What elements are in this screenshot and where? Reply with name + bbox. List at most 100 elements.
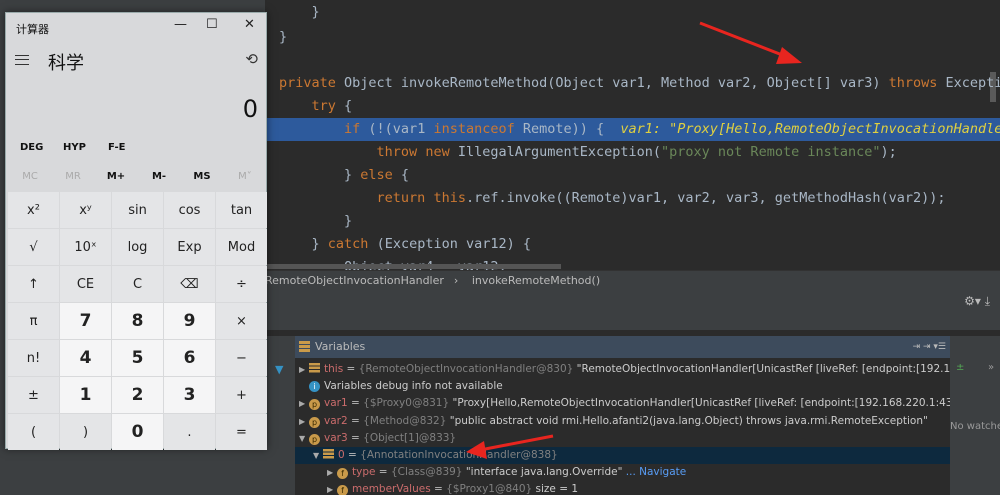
key-button[interactable]: 3 <box>164 377 215 413</box>
key-button[interactable]: Mod <box>216 229 267 265</box>
key-button[interactable]: 8 <box>112 303 163 339</box>
variable-row[interactable]: ▶ p var2 = {Method@832} "public abstract v… <box>295 413 950 430</box>
code-line[interactable]: return this.ref.invoke((Remote)var1, var… <box>265 187 1000 210</box>
deg-button[interactable]: DEG <box>20 142 43 153</box>
variables-tree[interactable]: ▶ this = {RemoteObjectInvocationHandler@8… <box>295 358 950 495</box>
maximize-button[interactable]: ☐ <box>206 17 218 32</box>
key-button[interactable]: × <box>216 303 267 339</box>
key-button[interactable]: − <box>216 340 267 376</box>
breadcrumb-class[interactable]: RemoteObjectInvocationHandler <box>265 274 444 287</box>
expand-arrow-icon[interactable]: ▶ <box>299 361 309 378</box>
hide-icon[interactable]: ⤓ <box>985 294 990 308</box>
expand-arrow-icon[interactable]: ▶ <box>299 395 309 412</box>
key-button[interactable]: 4 <box>60 340 111 376</box>
code-line[interactable]: if (!(var1 instanceof Remote)) { var1: "… <box>265 118 1000 141</box>
key-button[interactable]: + <box>216 377 267 413</box>
code-line[interactable]: } <box>265 1 1000 24</box>
key-button[interactable]: sin <box>112 192 163 228</box>
memory-button-mminus[interactable]: M- <box>137 171 181 182</box>
key-button[interactable]: . <box>164 414 215 450</box>
variable-row[interactable]: ▶ p var1 = {$Proxy0@831} "Proxy[Hello,Remo… <box>295 395 950 412</box>
code-line[interactable]: try { <box>265 95 1000 118</box>
expand-arrow-icon[interactable]: ▼ <box>313 447 323 464</box>
no-watches-text: No watches <box>950 421 1000 432</box>
field-icon <box>323 449 334 459</box>
key-button[interactable]: √ <box>8 229 59 265</box>
code-line[interactable]: private Object invokeRemoteMethod(Object… <box>265 72 1000 95</box>
breadcrumb-method[interactable]: invokeRemoteMethod() <box>472 274 600 287</box>
expand-arrow-icon[interactable]: ▶ <box>299 413 309 430</box>
memory-button-ms[interactable]: MS <box>180 171 224 182</box>
key-button[interactable]: CE <box>60 266 111 302</box>
key-button[interactable]: 2 <box>112 377 163 413</box>
field-icon <box>309 363 320 373</box>
keypad: x² xʸ sin cos tan √ 10ˣ log Exp Mod ↑ CE C ⌫ ÷ π 7 8 9 × n! 4… <box>8 192 267 450</box>
key-button[interactable]: ( <box>8 414 59 450</box>
key-button[interactable]: ÷ <box>216 266 267 302</box>
menu-icon[interactable] <box>15 55 29 65</box>
code-line[interactable]: } <box>265 26 1000 49</box>
key-button[interactable]: ↑ <box>8 266 59 302</box>
expand-arrow-icon[interactable]: ▼ <box>299 430 309 447</box>
key-button[interactable]: n! <box>8 340 59 376</box>
variable-row[interactable]: ▼ p var3 = {Object[1]@833} <box>295 430 950 447</box>
key-button[interactable]: π <box>8 303 59 339</box>
code-line[interactable]: } catch (Exception var12) { <box>265 233 1000 256</box>
expand-icon[interactable]: » <box>988 362 994 373</box>
variable-name: type <box>352 466 376 479</box>
view-link[interactable]: ... Navigate <box>626 466 686 478</box>
add-watch-icon[interactable]: ± <box>956 362 964 373</box>
variable-row[interactable]: ▶ this = {RemoteObjectInvocationHandler@8… <box>295 361 950 378</box>
key-button[interactable]: log <box>112 229 163 265</box>
editor-horizontal-scrollbar[interactable] <box>265 264 561 269</box>
key-button[interactable]: 10ˣ <box>60 229 111 265</box>
key-button[interactable]: 0 <box>112 414 163 450</box>
memory-button-m: M˅ <box>238 171 252 182</box>
key-button[interactable]: 7 <box>60 303 111 339</box>
close-button[interactable]: ✕ <box>244 17 255 32</box>
fe-button[interactable]: F-E <box>108 142 126 153</box>
key-button[interactable]: cos <box>164 192 215 228</box>
key-button[interactable]: x² <box>8 192 59 228</box>
key-button[interactable]: ) <box>60 414 111 450</box>
expand-arrow-icon[interactable]: ▶ <box>327 481 337 495</box>
key-button[interactable]: C <box>112 266 163 302</box>
key-button[interactable]: = <box>216 414 267 450</box>
code-token: } <box>279 29 288 45</box>
code-token: Remote)) { <box>522 121 621 137</box>
code-line[interactable]: throw new IllegalArgumentException("prox… <box>265 141 1000 164</box>
history-icon[interactable]: ⟲ <box>245 50 258 68</box>
gear-icon[interactable]: ⚙▾ <box>964 294 981 308</box>
minimize-button[interactable]: — <box>174 17 187 32</box>
hyp-button[interactable]: HYP <box>63 142 86 153</box>
key-button[interactable]: ⌫ <box>164 266 215 302</box>
code-token: .ref.invoke((Remote)var1, var2, var3, ge… <box>465 190 946 206</box>
code-token: var1: "Proxy[Hello,RemoteObjectInvocatio… <box>620 121 1000 137</box>
key-button[interactable]: 5 <box>112 340 163 376</box>
key-button[interactable]: xʸ <box>60 192 111 228</box>
variable-name: var3 <box>324 431 348 444</box>
variable-row[interactable]: ▶ f type = {Class@839} "interface java.lan… <box>295 464 950 481</box>
code-token: throw new <box>376 144 458 160</box>
memory-button-mplus[interactable]: M+ <box>94 171 138 182</box>
expand-arrow-icon[interactable]: ▶ <box>327 464 337 481</box>
key-button[interactable]: 6 <box>164 340 215 376</box>
variable-value: "RemoteObjectInvocationHandler[UnicastRe… <box>576 363 950 375</box>
variable-row[interactable]: ▶ f memberValues = {$Proxy1@840} size = 1 <box>295 481 950 495</box>
panel-controls[interactable]: ⇥ ⇥ ▾☰ <box>913 336 946 358</box>
variable-row[interactable]: i Variables debug info not available <box>295 378 950 395</box>
code-line[interactable]: } <box>265 210 1000 233</box>
key-button[interactable]: 9 <box>164 303 215 339</box>
code-editor[interactable]: }} private Object invokeRemoteMethod(Obje… <box>265 0 1000 270</box>
variable-type: {RemoteObjectInvocationHandler@830} <box>358 363 574 375</box>
variable-row[interactable]: ▼ 0 = {AnnotationInvocationHandler@838} <box>295 447 950 464</box>
key-button[interactable]: ± <box>8 377 59 413</box>
filter-icon[interactable]: ▼ <box>275 363 283 376</box>
key-button[interactable]: tan <box>216 192 267 228</box>
key-button[interactable]: Exp <box>164 229 215 265</box>
code-token: ); <box>880 144 897 160</box>
code-line[interactable]: } else { <box>265 164 1000 187</box>
frames-panel: ▼ <box>265 336 295 495</box>
key-button[interactable]: 1 <box>60 377 111 413</box>
